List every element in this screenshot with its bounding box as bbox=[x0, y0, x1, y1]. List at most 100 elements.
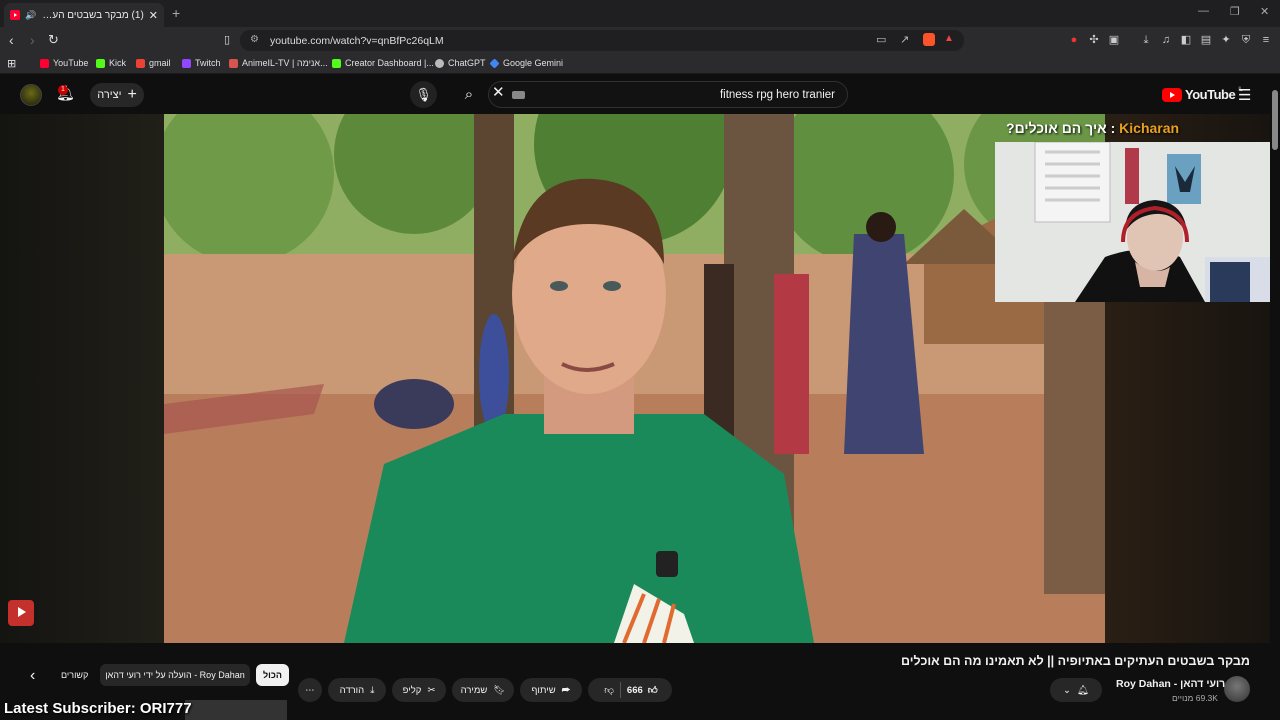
apps-grid-icon[interactable]: ⊞ bbox=[7, 57, 16, 70]
youtube-play-icon bbox=[1162, 87, 1182, 102]
search-button[interactable]: ⌕ bbox=[452, 81, 486, 108]
thumbs-up-icon: 👍︎ bbox=[647, 685, 658, 696]
brave-shield-icon[interactable] bbox=[923, 33, 935, 46]
search-icon: ⌕ bbox=[464, 86, 474, 103]
bookmark-creator-dashboard[interactable]: Creator Dashboard |... bbox=[332, 58, 434, 68]
scrollbar-thumb[interactable] bbox=[1272, 90, 1278, 150]
gemini-icon bbox=[489, 57, 500, 69]
address-bar[interactable]: ⚙ youtube.com/watch?v=qnBfPc26qLM ▭ ↗ ▲ bbox=[240, 30, 964, 51]
more-actions-button[interactable]: ⋯ bbox=[298, 678, 322, 702]
share-page-icon[interactable]: ↗ bbox=[900, 33, 909, 46]
extension-box-icon[interactable]: ▣ bbox=[1108, 34, 1120, 46]
video-title: מבקר בשבטים העתיקים באתיופיה || לא תאמינ… bbox=[901, 654, 1250, 668]
dislike-button[interactable]: 👎︎ bbox=[594, 684, 614, 696]
save-label: שמירה bbox=[460, 684, 488, 696]
extension-record-icon[interactable]: ● bbox=[1068, 34, 1080, 46]
site-info-icon[interactable]: ⚙ bbox=[250, 34, 259, 45]
browser-tab-bar: 🔊 (1) מבקר בשבטים העתיקים ב ✕ + — ❐ ✕ bbox=[0, 0, 1280, 27]
cast-icon[interactable]: ▭ bbox=[876, 33, 886, 46]
video-frame[interactable] bbox=[164, 114, 1105, 643]
browser-tab-active[interactable]: 🔊 (1) מבקר בשבטים העתיקים ב ✕ bbox=[4, 3, 164, 27]
back-icon[interactable]: ‹ bbox=[9, 32, 14, 48]
url-text: youtube.com/watch?v=qnBfPc26qLM bbox=[270, 34, 444, 47]
gmail-icon bbox=[136, 58, 145, 68]
download-icon: ⤓ bbox=[370, 684, 375, 696]
bookmarks-bar: ⊞ YouTube Kick gmail Twitch AnimeIL-TV |… bbox=[0, 54, 1280, 74]
search-query-text: fitness rpg hero tranier bbox=[719, 88, 835, 101]
chip-uploaded-by[interactable]: הועלה על ידי רועי דהאן - Roy Dahan bbox=[100, 664, 250, 686]
bookmark-twitch[interactable]: Twitch bbox=[182, 58, 221, 68]
reload-icon[interactable]: ↻ bbox=[48, 32, 59, 48]
clip-button[interactable]: קליפ ✂ bbox=[392, 678, 446, 702]
subscribed-button[interactable]: ⌄ 🔔︎ bbox=[1050, 678, 1102, 702]
youtube-logo-text: YouTube bbox=[1185, 87, 1236, 102]
close-window-icon[interactable]: ✕ bbox=[1260, 5, 1269, 18]
account-avatar[interactable] bbox=[20, 84, 42, 106]
menu-icon[interactable]: ≡ bbox=[1260, 34, 1272, 46]
latest-subscriber-overlay: Latest Subscriber: ORI777 bbox=[4, 700, 192, 717]
subscriber-count: 69.3K מנויים bbox=[1172, 693, 1218, 703]
tab-close-icon[interactable]: ✕ bbox=[149, 9, 158, 22]
save-button[interactable]: שמירה 🔖︎ bbox=[452, 678, 514, 702]
chips-scroll-left-icon[interactable]: ‹ bbox=[30, 667, 35, 685]
sidebar-icon[interactable]: ◧ bbox=[1180, 34, 1192, 46]
chip-related[interactable]: קשורים bbox=[54, 664, 95, 686]
vpn-icon[interactable]: ⛨ bbox=[1240, 34, 1252, 46]
extensions-puzzle-icon[interactable]: ✣ bbox=[1088, 34, 1100, 46]
youtube-header: 🔔︎ 1 יצירה + 🎙︎ ⌕ fitness rpg hero trani… bbox=[0, 75, 1280, 114]
like-button[interactable]: 666 👍︎ bbox=[627, 684, 666, 697]
download-button[interactable]: הורדה ⤓ bbox=[328, 678, 386, 702]
bookmark-page-icon[interactable]: ▯ bbox=[224, 32, 230, 48]
keyboard-icon[interactable] bbox=[512, 91, 525, 99]
minimize-icon[interactable]: — bbox=[1198, 5, 1209, 17]
share-label: שיתוף bbox=[531, 684, 556, 696]
share-arrow-icon: ⮫ bbox=[561, 684, 571, 696]
bookmark-gmail[interactable]: gmail bbox=[136, 58, 171, 68]
bookmark-animeil[interactable]: AnimeIL-TV | אנימה... bbox=[229, 58, 328, 68]
bookmark-kick[interactable]: Kick bbox=[96, 58, 126, 68]
maximize-icon[interactable]: ❐ bbox=[1230, 5, 1240, 18]
clear-search-icon[interactable]: ✕ bbox=[492, 83, 505, 101]
page-scrollbar[interactable] bbox=[1270, 75, 1280, 720]
bookmark-gemini[interactable]: Google Gemini bbox=[489, 57, 563, 69]
overlay-separator: : bbox=[1106, 120, 1120, 136]
subscribe-watermark-icon[interactable] bbox=[8, 600, 34, 626]
bookmark-youtube[interactable]: YouTube bbox=[40, 58, 88, 68]
voice-search-icon[interactable]: 🎙︎ bbox=[410, 81, 437, 108]
wallet-icon[interactable]: ▤ bbox=[1200, 34, 1212, 46]
leo-ai-icon[interactable]: ✦ bbox=[1220, 34, 1232, 46]
thumbs-down-icon: 👎︎ bbox=[604, 685, 614, 696]
search-input[interactable]: fitness rpg hero tranier bbox=[488, 81, 848, 108]
bell-icon: 🔔︎ bbox=[1076, 684, 1090, 696]
media-icon[interactable]: ♫ bbox=[1160, 34, 1172, 46]
download-label: הורדה bbox=[339, 684, 365, 696]
divider bbox=[619, 682, 621, 698]
channel-avatar[interactable] bbox=[1224, 676, 1250, 702]
youtube-icon bbox=[40, 58, 49, 68]
clip-label: קליפ bbox=[402, 684, 422, 696]
speaker-icon[interactable]: 🔊 bbox=[25, 10, 36, 21]
new-tab-button[interactable]: + bbox=[172, 5, 180, 21]
downloads-icon[interactable]: ⤓ bbox=[1140, 34, 1152, 46]
forward-icon[interactable]: › bbox=[30, 32, 35, 48]
youtube-logo[interactable]: YouTube IL bbox=[1162, 87, 1243, 102]
overlay-question: ?איך הם אוכלים bbox=[1006, 120, 1107, 136]
bookmark-chatgpt[interactable]: ChatGPT bbox=[435, 58, 486, 68]
scissors-icon: ✂ bbox=[427, 684, 436, 696]
like-dislike-group: 👎︎ 666 👍︎ bbox=[588, 678, 672, 702]
brave-rewards-icon[interactable]: ▲ bbox=[944, 33, 954, 44]
chevron-down-icon: ⌄ bbox=[1062, 684, 1071, 696]
guide-menu-icon[interactable]: ☰ bbox=[1238, 86, 1251, 104]
animeil-icon bbox=[229, 58, 238, 68]
channel-name[interactable]: רועי דהאן - Roy Dahan bbox=[1116, 678, 1225, 690]
create-button[interactable]: יצירה + bbox=[90, 83, 144, 107]
bookmark-icon: 🔖︎ bbox=[493, 684, 506, 696]
tab-title: (1) מבקר בשבטים העתיקים ב bbox=[41, 9, 144, 21]
browser-nav-bar: ‹ › ↻ ▯ ⚙ youtube.com/watch?v=qnBfPc26qL… bbox=[0, 27, 1280, 54]
related-thumbnail[interactable] bbox=[185, 700, 287, 720]
overlay-username: Kicharan bbox=[1119, 120, 1180, 136]
twitch-icon bbox=[182, 58, 191, 68]
share-button[interactable]: שיתוף ⮫ bbox=[520, 678, 582, 702]
kick-creator-icon bbox=[332, 58, 341, 68]
chip-all[interactable]: הכול bbox=[256, 664, 289, 686]
